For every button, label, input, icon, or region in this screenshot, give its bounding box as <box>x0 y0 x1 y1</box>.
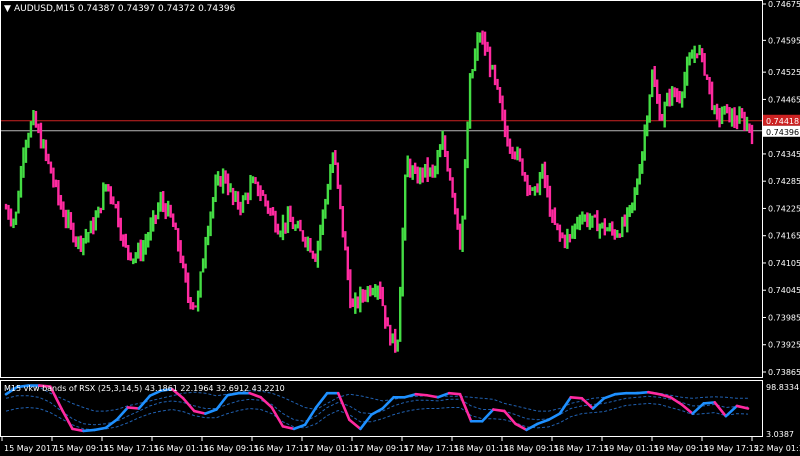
time-tick-label: 19 May 01:15 <box>604 444 659 453</box>
price-tick-label: 0.74525 <box>768 68 800 77</box>
rsx-segment <box>613 391 628 396</box>
price-tick-label: 0.74045 <box>768 286 800 295</box>
time-tick-label: 17 May 17:15 <box>404 444 459 453</box>
indicator-scale-max: 98.8334 <box>766 383 799 392</box>
time-tick-label: 15 May 17:15 <box>104 444 159 453</box>
price-tick-label: 0.74345 <box>768 150 800 159</box>
time-tick-label: 18 May 09:15 <box>504 444 559 453</box>
chart-window[interactable]: ▼ AUDUSD,M15 0.74387 0.74397 0.74372 0.7… <box>0 0 800 456</box>
time-tick-label: 22 May 01:15 <box>754 444 800 453</box>
price-tick-label: 0.74595 <box>768 36 800 45</box>
price-tick-label: 0.74165 <box>768 232 800 241</box>
price-tick-label: 0.74285 <box>768 177 800 186</box>
time-tick-label: 17 May 09:15 <box>354 444 409 453</box>
chart-menu-arrow-icon[interactable]: ▼ <box>4 4 11 14</box>
rsx-segment <box>635 390 650 395</box>
price-tick-label: 0.74675 <box>768 0 800 9</box>
rsx-segment <box>447 391 462 396</box>
price-tick-label: 0.74105 <box>768 259 800 268</box>
time-tick-label: 18 May 17:15 <box>554 444 609 453</box>
price-tick-label: 0.73865 <box>768 368 800 377</box>
time-tick-label: 19 May 17:15 <box>704 444 759 453</box>
price-tick-label: 0.74465 <box>768 95 800 104</box>
indicator-scale-min: 3.0387 <box>766 430 794 439</box>
rsx-segment <box>491 408 506 413</box>
time-tick-label: 16 May 01:15 <box>154 444 209 453</box>
time-tick-label: 19 May 09:15 <box>654 444 709 453</box>
alert-price-label: 0.74418 <box>766 117 799 126</box>
time-tick-label: 18 May 01:15 <box>454 444 509 453</box>
time-tick-label: 15 May 2017 <box>4 444 56 453</box>
rsx-segment <box>702 401 717 405</box>
price-tick-label: 0.73925 <box>768 341 800 350</box>
rsx-segment <box>126 406 141 410</box>
rsx-segment <box>82 428 96 433</box>
rsx-segment <box>569 395 584 400</box>
price-tick-label: 0.74225 <box>768 204 800 213</box>
time-tick-label: 16 May 17:15 <box>254 444 309 453</box>
time-tick-label: 16 May 09:15 <box>204 444 259 453</box>
indicator-label: M15 vkw bands of RSX (25,3,14,5) 43.1861… <box>4 384 285 393</box>
chart-title: AUDUSD,M15 0.74387 0.74397 0.74372 0.743… <box>14 4 236 14</box>
time-tick-label: 17 May 01:15 <box>304 444 359 453</box>
rsx-segment <box>414 392 429 397</box>
price-tick-label: 0.73985 <box>768 313 800 322</box>
bid-price-label: 0.74396 <box>766 128 799 137</box>
time-tick-label: 15 May 09:15 <box>54 444 109 453</box>
